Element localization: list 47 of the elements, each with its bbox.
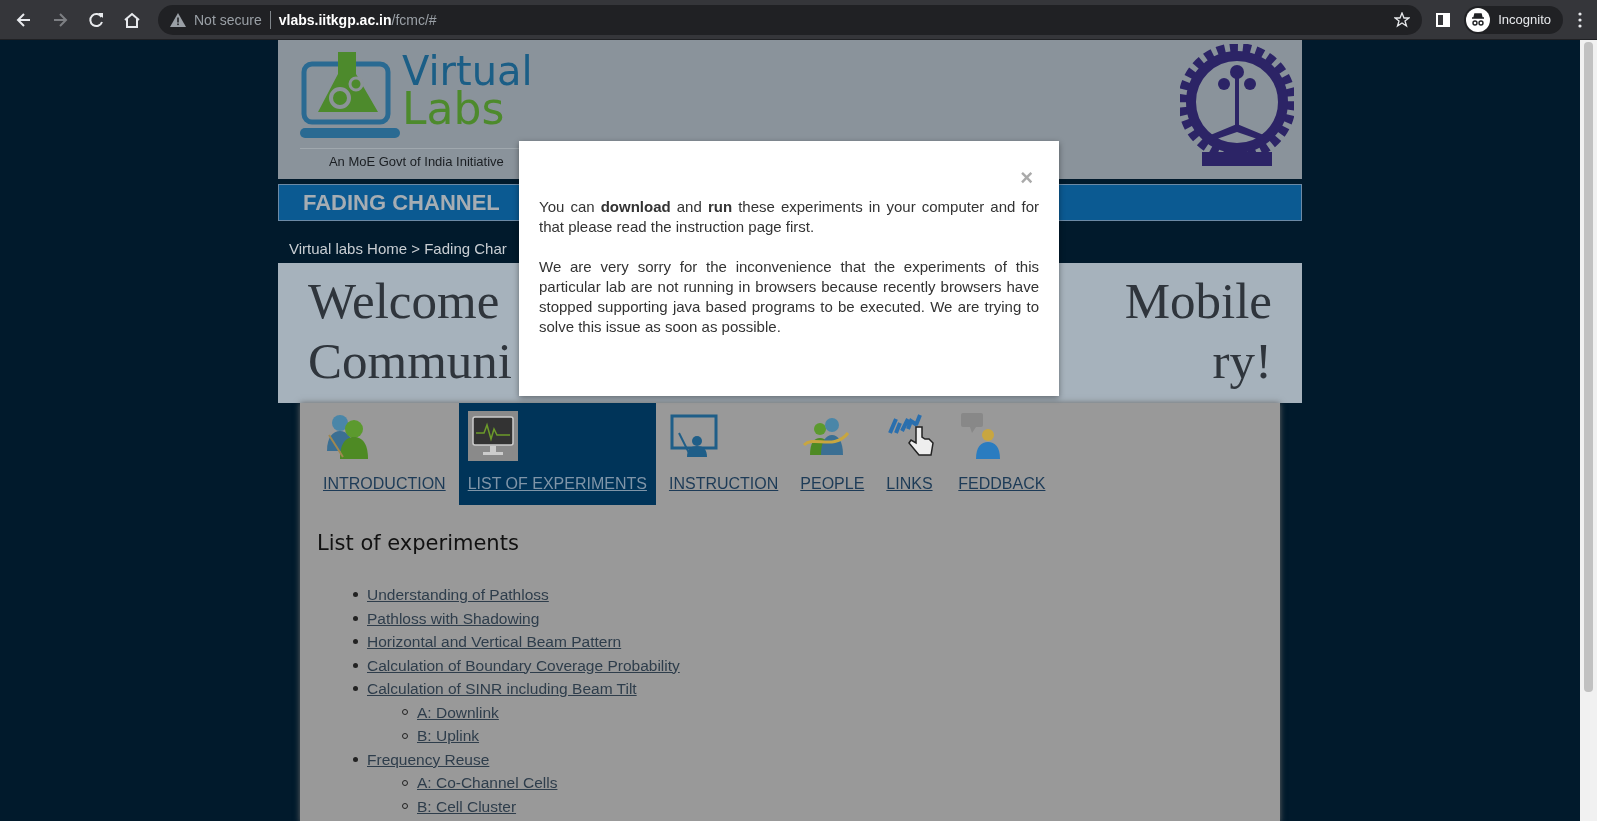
logo-text: Virtual — [402, 52, 533, 90]
incognito-icon — [1466, 7, 1491, 32]
experiment-link[interactable]: B: Cell Cluster — [417, 794, 517, 818]
welcome-heading: ry! — [1212, 332, 1272, 391]
url-host: vlabs.iitkgp.ac.in — [278, 11, 392, 28]
profile-button[interactable]: Incognito — [1464, 5, 1563, 34]
bullet-icon — [353, 756, 358, 762]
bullet-icon — [353, 639, 358, 645]
menu-icon[interactable] — [1577, 11, 1583, 28]
experiment-link[interactable]: Calculation of SINR including Beam Tilt — [367, 677, 637, 701]
experiment-link[interactable]: A: Downlink — [417, 700, 499, 724]
bullet-icon — [353, 615, 358, 621]
experiment-link[interactable]: B: Uplink — [417, 724, 480, 748]
welcome-heading: Mobile — [1124, 272, 1272, 331]
notice-text: We are very sorry for the inconvenience that the experiments of this particular lab are not running in browsers because recently browsers have stopped supporting java based programs to be executed. We are trying to solve this issue as soon as possible. — [539, 257, 1039, 337]
scrollbar-thumb[interactable] — [1584, 42, 1593, 692]
nav-tab[interactable]: LIST OF EXPERIMENTS — [458, 403, 656, 505]
experiment-link[interactable]: Frequency Reuse — [367, 747, 490, 771]
experiment-link[interactable]: Understanding of Pathloss — [367, 583, 549, 607]
bullet-icon — [353, 592, 358, 598]
address-bar[interactable]: Not secure vlabs.iitkgp.ac.in/fcmc/# — [158, 4, 1423, 35]
nav-tab[interactable]: LINKS — [877, 403, 946, 505]
side-panel-icon[interactable] — [1436, 12, 1451, 27]
notice-text: You can download and run these experiments in your computer and for that please read the instruction page first. — [539, 197, 1039, 237]
experiment-link[interactable]: A: Co-Channel Cells — [417, 771, 558, 795]
security-label: Not secure — [194, 10, 271, 29]
experiment-link[interactable]: Horizontal and Vertical Beam Pattern — [367, 630, 622, 654]
nav-tab[interactable]: INSTRUCTION — [659, 403, 788, 505]
breadcrumb[interactable]: Virtual labs Home > Fading Char — [289, 239, 507, 257]
star-icon[interactable] — [1394, 11, 1411, 28]
nav-tab[interactable]: INTRODUCTION — [314, 403, 455, 505]
logo-text: Labs — [402, 90, 505, 128]
bullet-icon — [353, 686, 358, 692]
scrollbar[interactable] — [1580, 40, 1597, 821]
close-button[interactable]: × — [1014, 165, 1039, 191]
nav-tab[interactable]: PEOPLE — [791, 403, 874, 505]
nav-tab[interactable]: FEDDBACK — [949, 403, 1055, 505]
monitor-icon — [467, 411, 518, 461]
experiment-link[interactable]: Pathloss with Shadowing — [367, 606, 540, 630]
experiment-link[interactable]: Calculation of Boundary Coverage Probability — [367, 653, 680, 677]
section-heading: List of experiments — [317, 531, 520, 555]
warning-icon — [170, 12, 186, 27]
bullet-icon — [353, 662, 358, 668]
lab-title: FADING CHANNEL — [303, 189, 500, 216]
url-path: /fcmc/# — [391, 11, 437, 28]
welcome-heading: Welcome — [308, 272, 500, 331]
welcome-heading: Communi — [308, 332, 513, 391]
